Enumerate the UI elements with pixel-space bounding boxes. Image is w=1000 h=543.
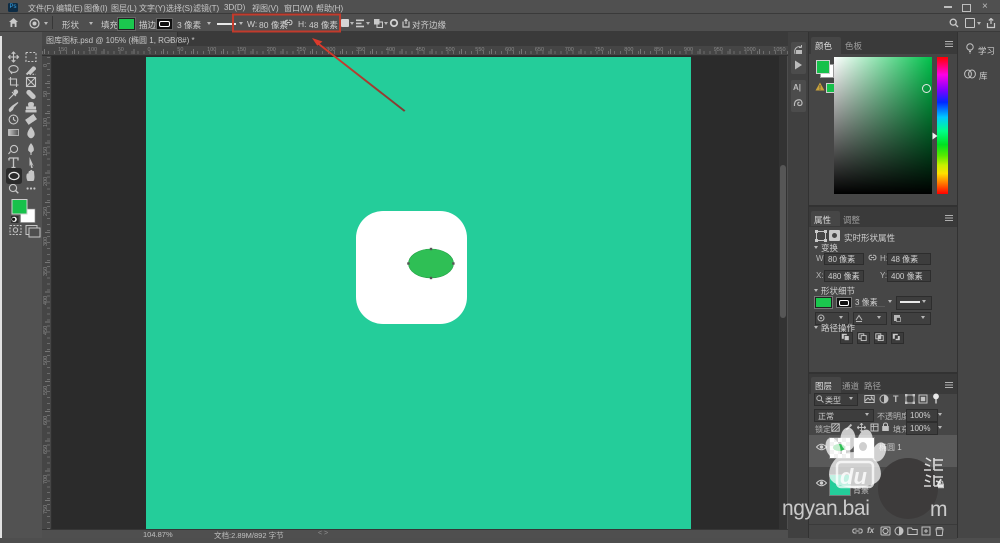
svg-text:du: du — [840, 464, 867, 489]
